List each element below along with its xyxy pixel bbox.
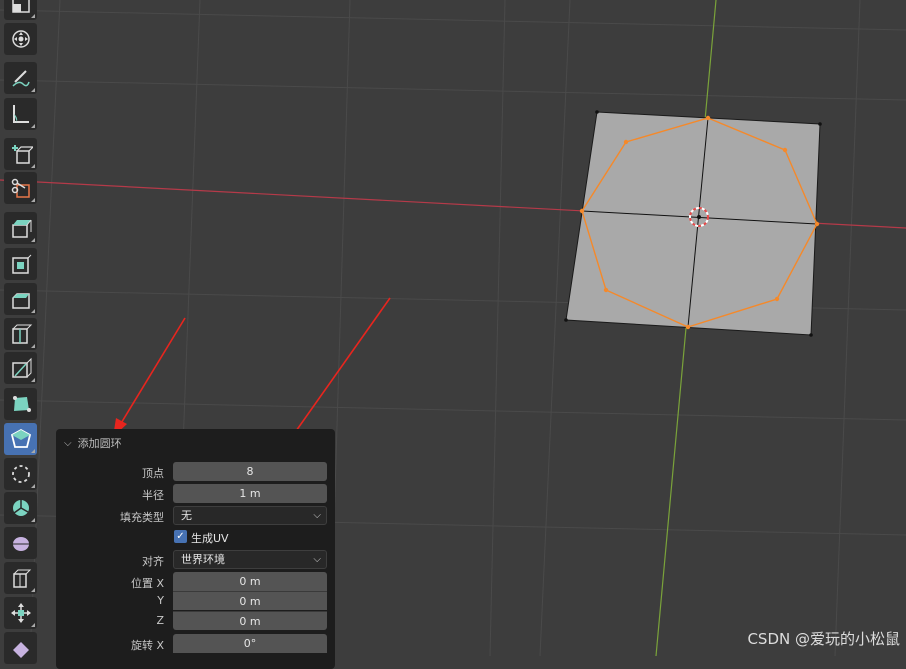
chevron-down-icon: ⌵ — [313, 554, 321, 565]
fill-type-select[interactable]: 无 ⌵ — [173, 506, 327, 525]
toolbar — [0, 0, 44, 664]
add-cube-icon[interactable] — [4, 138, 37, 170]
align-value: 世界环境 — [181, 553, 225, 566]
transform-icon[interactable] — [4, 23, 37, 55]
location-x-field[interactable]: 0 m — [173, 572, 327, 591]
generate-uv-row: ✓ 生成UV — [56, 528, 335, 548]
vertices-row: 顶点 8 — [56, 462, 335, 482]
location-z-label: Z — [156, 614, 164, 627]
rotation-x-label: 旋转 X — [130, 639, 164, 652]
vertices-label: 顶点 — [142, 467, 164, 480]
shear-icon[interactable] — [4, 562, 37, 594]
location-x-row: 位置 X 0 m — [56, 572, 335, 592]
scale-cage-icon[interactable] — [4, 0, 37, 20]
radius-label: 半径 — [142, 489, 164, 502]
move-icon[interactable] — [4, 597, 37, 629]
fill-type-row: 填充类型 无 ⌵ — [56, 506, 335, 526]
rotation-x-row: 旋转 X 0° — [56, 634, 335, 654]
poly-build-icon[interactable] — [4, 388, 37, 420]
vertices-field[interactable]: 8 — [173, 462, 327, 481]
shrink-fatten-icon[interactable] — [4, 527, 37, 559]
location-z-field[interactable]: 0 m — [173, 611, 327, 630]
loop-cut-icon[interactable] — [4, 318, 37, 350]
annotate-icon[interactable] — [4, 62, 37, 94]
align-label: 对齐 — [142, 555, 164, 568]
eraser-icon[interactable] — [4, 632, 37, 664]
radius-row: 半径 1 m — [56, 484, 335, 504]
align-select[interactable]: 世界环境 ⌵ — [173, 550, 327, 569]
watermark: CSDN @爱玩的小松鼠 — [747, 630, 900, 648]
edge-slide-icon[interactable] — [4, 492, 37, 524]
smooth-vertices-icon[interactable] — [4, 458, 37, 490]
location-x-label: 位置 X — [130, 577, 164, 590]
measure-icon[interactable] — [4, 98, 37, 130]
location-y-row: Y 0 m — [56, 591, 335, 611]
extrude-region-icon[interactable] — [4, 212, 37, 244]
bevel-icon[interactable] — [4, 283, 37, 315]
cut-cube-icon[interactable] — [4, 172, 37, 204]
panel-header[interactable]: ⌵ 添加圆环 — [64, 435, 122, 451]
align-row: 对齐 世界环境 ⌵ — [56, 550, 335, 570]
location-y-field[interactable]: 0 m — [173, 591, 327, 610]
inset-faces-icon[interactable] — [4, 248, 37, 280]
panel-title: 添加圆环 — [77, 437, 122, 450]
fill-type-label: 填充类型 — [120, 511, 164, 524]
location-z-row: Z 0 m — [56, 611, 335, 631]
radius-field[interactable]: 1 m — [173, 484, 327, 503]
generate-uv-checkbox[interactable]: ✓ — [174, 530, 187, 543]
knife-icon[interactable] — [4, 352, 37, 384]
annotation-arrow-left — [113, 317, 186, 437]
chevron-down-icon[interactable]: ⌵ — [64, 438, 72, 449]
chevron-down-icon: ⌵ — [313, 510, 321, 521]
location-y-label: Y — [157, 594, 164, 607]
rotation-x-field[interactable]: 0° — [173, 634, 327, 653]
operator-panel: ⌵ 添加圆环 顶点 8 半径 1 m 填充类型 无 ⌵ ✓ 生成UV 对齐 世界… — [56, 429, 335, 669]
generate-uv-label: 生成UV — [191, 532, 229, 545]
spin-icon[interactable] — [4, 423, 37, 455]
fill-type-value: 无 — [181, 509, 192, 522]
